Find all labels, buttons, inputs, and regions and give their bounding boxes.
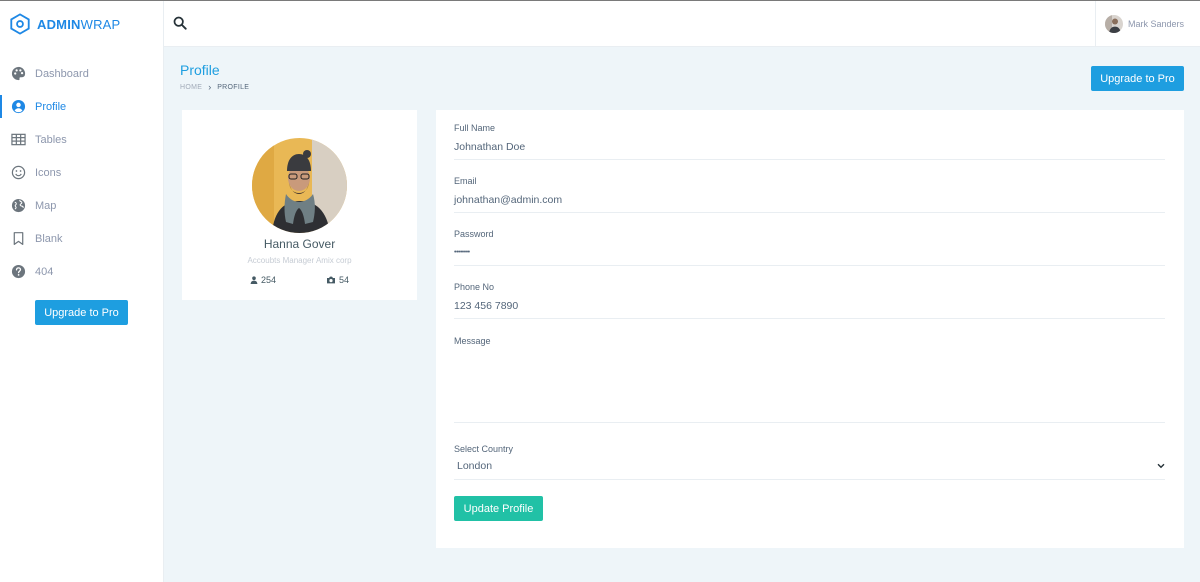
password-field[interactable]: Password •••••••• [454, 229, 1165, 266]
camera-icon [327, 276, 335, 284]
sidebar-upgrade-button[interactable]: Upgrade to Pro [35, 300, 128, 325]
country-select-value: London [457, 460, 493, 472]
sidebar: ADMINWRAP Dashboard Profile Tables Icons [0, 1, 164, 582]
globe-icon [11, 198, 26, 213]
profile-card: Hanna Gover Accoubts Manager Amix corp 2… [182, 110, 417, 300]
sidebar-item-label: Dashboard [35, 67, 89, 80]
user-menu[interactable]: Mark Sanders [1095, 1, 1200, 47]
update-profile-button[interactable]: Update Profile [454, 496, 543, 521]
sidebar-item-tables[interactable]: Tables [0, 123, 163, 156]
question-circle-icon [11, 264, 26, 279]
breadcrumb-current: PROFILE [217, 84, 250, 91]
phone-label: Phone No [454, 282, 495, 292]
country-select[interactable]: London [454, 460, 1165, 476]
breadcrumb: HOME › PROFILE [180, 82, 250, 92]
full-name-input[interactable]: Johnathan Doe [454, 141, 1165, 153]
message-label: Message [454, 336, 491, 346]
avatar [1105, 15, 1123, 33]
user-name: Mark Sanders [1128, 19, 1185, 29]
search-icon[interactable] [173, 16, 187, 30]
sidebar-item-profile[interactable]: Profile [0, 90, 163, 123]
user-icon [250, 276, 258, 284]
sidebar-item-label: Profile [35, 100, 67, 113]
email-field[interactable]: Email johnathan@admin.com [454, 176, 1165, 213]
palette-icon [11, 66, 26, 81]
photos-stat[interactable]: 54 [326, 275, 349, 285]
hexagon-logo-icon [10, 13, 30, 35]
country-field[interactable]: Select Country London [454, 444, 1165, 480]
brand-logo[interactable]: ADMINWRAP [0, 1, 163, 47]
brand-name: ADMINWRAP [37, 16, 121, 32]
sidebar-item-label: Icons [35, 166, 62, 179]
table-icon [11, 132, 26, 147]
profile-stats: 254 54 [182, 275, 417, 285]
chevron-right-icon: › [208, 82, 212, 92]
message-field[interactable]: Message [454, 336, 1165, 423]
profile-role: Accoubts Manager Amix corp [247, 256, 352, 265]
full-name-field[interactable]: Full Name Johnathan Doe [454, 123, 1165, 160]
profile-avatar [252, 138, 347, 233]
email-input[interactable]: johnathan@admin.com [454, 194, 1165, 206]
sidebar-item-map[interactable]: Map [0, 189, 163, 222]
breadcrumb-home[interactable]: HOME [180, 84, 202, 91]
sidebar-item-blank[interactable]: Blank [0, 222, 163, 255]
chevron-down-icon [1157, 463, 1165, 469]
followers-stat[interactable]: 254 [250, 275, 276, 285]
smile-icon [11, 165, 26, 180]
header-upgrade-button[interactable]: Upgrade to Pro [1091, 66, 1184, 91]
sidebar-item-icons[interactable]: Icons [0, 156, 163, 189]
sidebar-item-label: Blank [35, 232, 63, 245]
country-label: Select Country [454, 444, 514, 454]
email-label: Email [454, 176, 477, 186]
user-circle-icon [11, 99, 26, 114]
sidebar-item-label: Tables [35, 133, 67, 146]
sidebar-nav: Dashboard Profile Tables Icons Map Blank… [0, 57, 163, 288]
profile-form: Full Name Johnathan Doe Email johnathan@… [436, 110, 1184, 548]
topbar: Mark Sanders [164, 1, 1200, 47]
sidebar-item-label: 404 [35, 265, 54, 278]
full-name-label: Full Name [454, 123, 496, 133]
bookmark-icon [11, 231, 26, 246]
sidebar-item-label: Map [35, 199, 57, 212]
photos-count: 54 [339, 275, 350, 285]
page-title: Profile [180, 62, 220, 78]
password-input[interactable]: •••••••• [454, 249, 1165, 256]
password-label: Password [454, 229, 494, 239]
sidebar-item-dashboard[interactable]: Dashboard [0, 57, 163, 90]
followers-count: 254 [260, 275, 276, 285]
sidebar-item-404[interactable]: 404 [0, 255, 163, 288]
phone-field[interactable]: Phone No 123 456 7890 [454, 282, 1165, 319]
profile-name: Hanna Gover [263, 237, 336, 251]
phone-input[interactable]: 123 456 7890 [454, 300, 1165, 312]
